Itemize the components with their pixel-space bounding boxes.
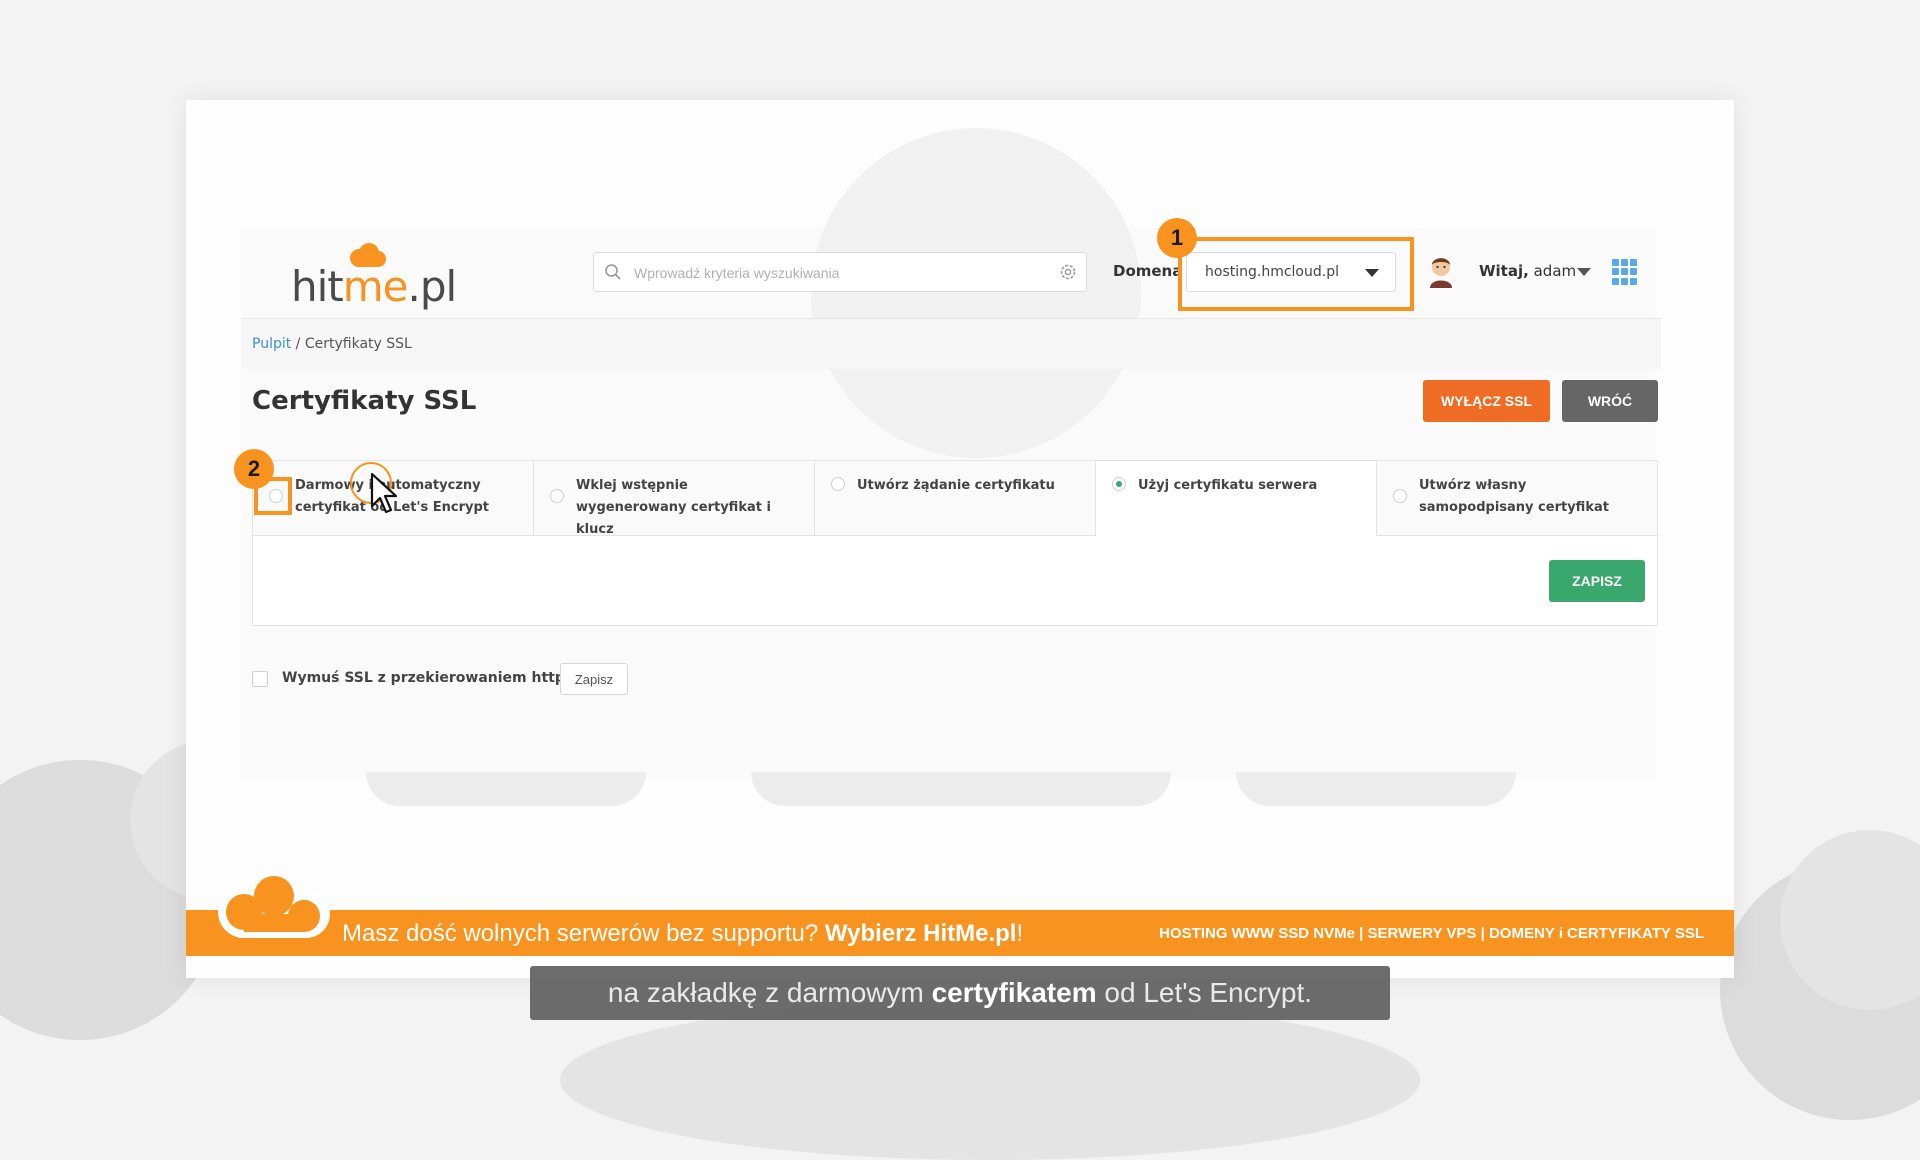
step-highlight-box (1178, 237, 1414, 311)
banner-cta[interactable]: Wybierz HitMe.pl (825, 920, 1017, 947)
radio-button[interactable] (1393, 489, 1407, 503)
avatar[interactable] (1426, 254, 1456, 288)
breadcrumb-bar (241, 319, 1661, 369)
page-title: Certyfikaty SSL (252, 386, 477, 416)
back-button[interactable]: WRÓĆ (1562, 380, 1658, 422)
gear-icon[interactable] (1058, 262, 1078, 282)
breadcrumb-current: Certyfikaty SSL (304, 336, 412, 352)
background-watermark (811, 128, 1141, 458)
search-icon (605, 264, 621, 280)
force-ssl-checkbox[interactable] (252, 671, 268, 687)
disable-ssl-button[interactable]: WYŁĄCZ SSL (1423, 380, 1550, 422)
radio-button[interactable] (831, 477, 845, 491)
background-watermark (751, 772, 1171, 806)
background-watermark (1236, 772, 1516, 806)
search-bar (593, 252, 1087, 292)
background-watermark (366, 772, 646, 806)
step-badge: 1 (1157, 218, 1197, 258)
cloud-icon (218, 866, 330, 938)
video-subtitle: na zakładkę z darmowym certyfikatem od L… (530, 966, 1390, 1020)
tab-server-certificate[interactable]: Użyj certyfikatu serwera (1096, 461, 1377, 536)
tab-label: Użyj certyfikatu serwera (1138, 478, 1318, 493)
app-window: hitme.pl Domena hosting.hmcloud.pl 1 Wit… (186, 100, 1734, 978)
apps-grid-icon[interactable] (1612, 259, 1638, 285)
search-input[interactable] (632, 259, 1036, 287)
tab-label: Darmowy i automatyczny certyfikat od Let… (295, 478, 489, 515)
ssl-tabs: Darmowy i automatyczny certyfikat od Let… (253, 461, 1657, 537)
background-cloud (560, 1000, 1420, 1160)
force-ssl-label: Wymuś SSL z przekierowaniem https (282, 670, 574, 686)
tab-label: Wklej wstępnie wygenerowany certyfikat i… (576, 478, 771, 537)
user-greeting[interactable]: Witaj, adam (1479, 262, 1576, 280)
tab-paste-certificate[interactable]: Wklej wstępnie wygenerowany certyfikat i… (534, 461, 815, 537)
ssl-options-panel: Darmowy i automatyczny certyfikat od Let… (252, 460, 1658, 626)
breadcrumb-link-pulpit[interactable]: Pulpit (252, 336, 291, 352)
chevron-down-icon[interactable] (1577, 268, 1591, 276)
banner-services: HOSTING WWW SSD NVMe | SERWERY VPS | DOM… (1159, 925, 1704, 942)
radio-button[interactable] (550, 489, 564, 503)
logo-text: hitme.pl (291, 262, 457, 311)
save-button[interactable]: ZAPISZ (1549, 560, 1645, 602)
tab-self-signed[interactable]: Utwórz własny samopodpisany certyfikat (1377, 461, 1657, 536)
banner-text: Masz dość wolnych serwerów bez supportu?… (342, 920, 1024, 947)
radio-button-selected[interactable] (1112, 477, 1126, 491)
tab-label: Utwórz żądanie certyfikatu (857, 478, 1055, 493)
breadcrumb: Pulpit / Certyfikaty SSL (252, 336, 412, 352)
tab-certificate-request[interactable]: Utwórz żądanie certyfikatu (815, 461, 1096, 536)
mouse-cursor-icon (370, 472, 398, 514)
step-badge: 2 (234, 449, 274, 489)
force-ssl-save-button[interactable]: Zapisz (560, 663, 628, 695)
logo[interactable]: hitme.pl (291, 242, 457, 312)
tab-label: Utwórz własny samopodpisany certyfikat (1419, 478, 1609, 515)
domain-label: Domena (1113, 262, 1183, 280)
